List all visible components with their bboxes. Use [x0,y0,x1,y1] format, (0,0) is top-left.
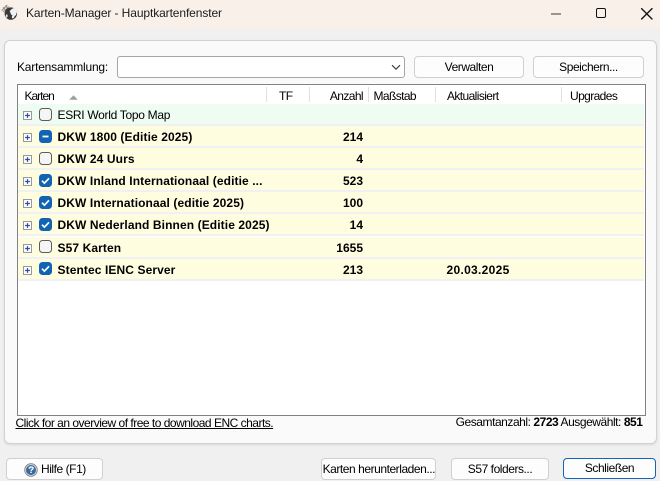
svg-text:?: ? [28,465,34,476]
